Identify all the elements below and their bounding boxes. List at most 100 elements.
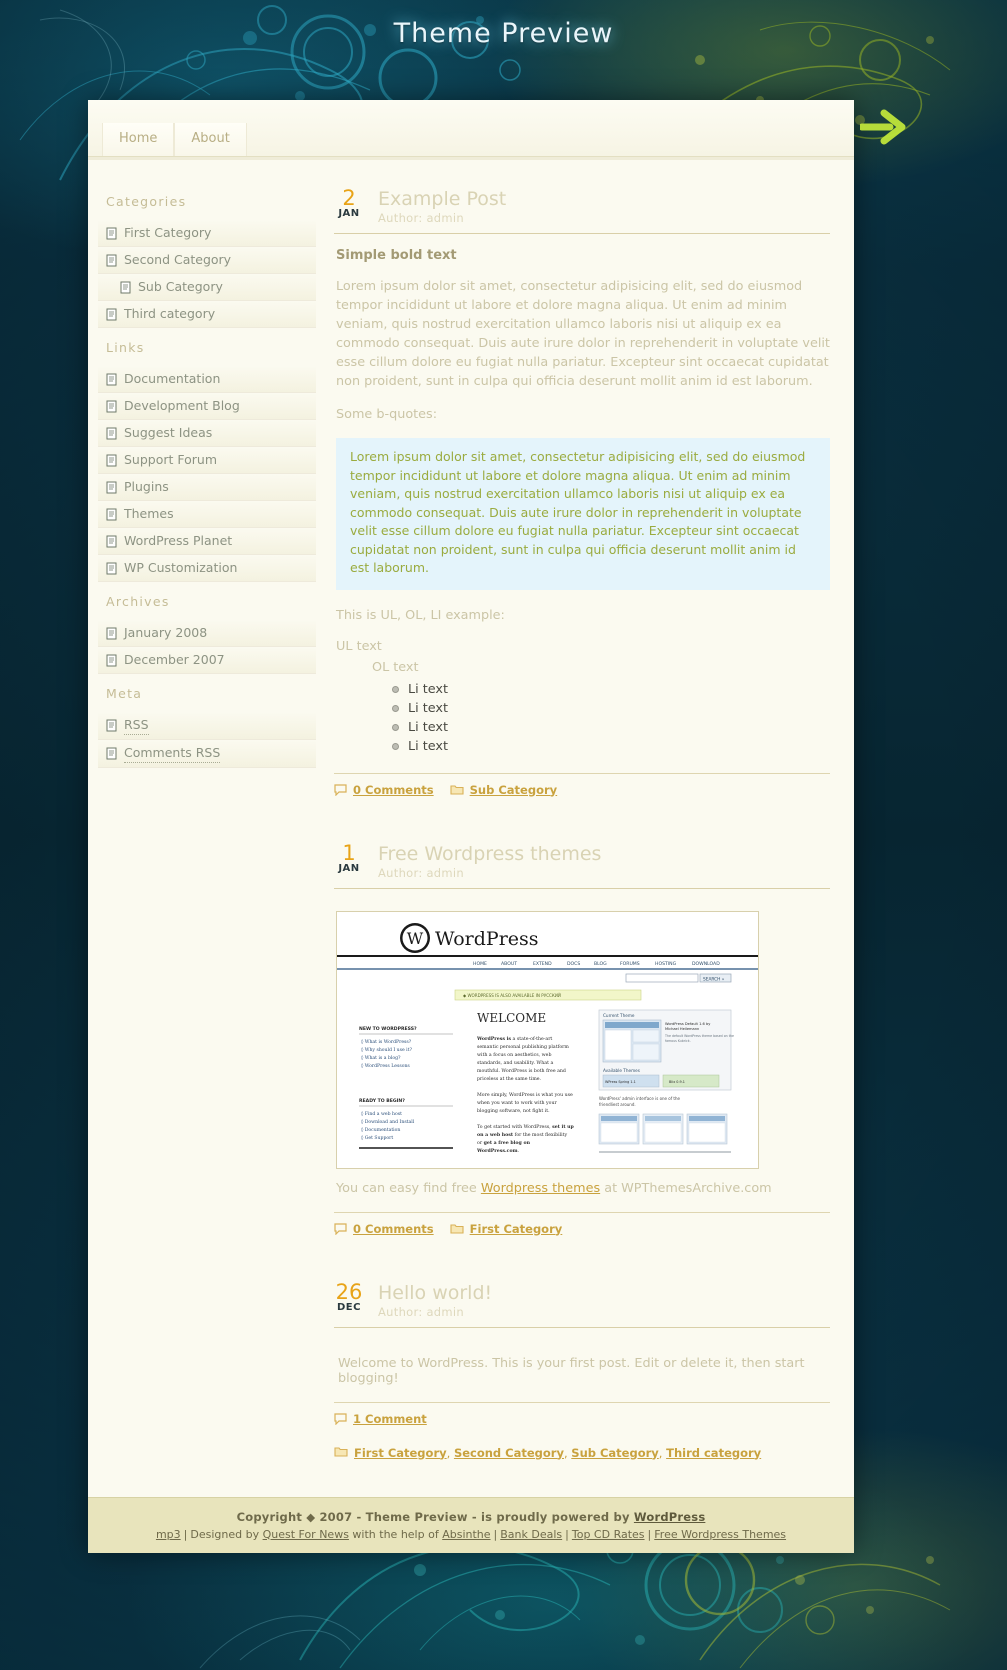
sidebar-item-first-category[interactable]: First Category <box>98 220 316 247</box>
sidebar-link[interactable]: January 2008 <box>124 624 207 642</box>
sidebar-item-development-blog[interactable]: Development Blog <box>98 393 316 420</box>
category-link[interactable]: Sub Category <box>470 783 558 797</box>
sidebar-link[interactable]: Themes <box>124 505 174 523</box>
sidebar-item-rss[interactable]: RSS <box>98 712 316 740</box>
svg-text:friendliest around.: friendliest around. <box>599 1102 636 1107</box>
svg-text:famous Kubrick.: famous Kubrick. <box>665 1039 691 1043</box>
comments-link[interactable]: 1 Comment <box>353 1412 427 1426</box>
category-separator: , <box>658 1445 667 1460</box>
sidebar-link[interactable]: WordPress Planet <box>124 532 232 550</box>
sidebar-item-second-category[interactable]: Second Category <box>98 247 316 274</box>
categories-group[interactable]: Sub Category <box>450 783 558 797</box>
svg-text:WPress Spring 1.1: WPress Spring 1.1 <box>605 1080 636 1084</box>
svg-text:SEARCH »: SEARCH » <box>703 976 725 982</box>
post-footer: 0 Comments First Category <box>334 1211 830 1236</box>
sidebar-link[interactable]: December 2007 <box>124 651 225 669</box>
category-link[interactable]: First Category <box>470 1222 563 1236</box>
category-link[interactable]: Third category <box>666 1446 761 1460</box>
free-wordpress-themes-link[interactable]: Free Wordpress Themes <box>654 1528 786 1541</box>
comment-bubble-icon <box>334 783 347 796</box>
categories-group[interactable]: First Category, Second Category, Sub Cat… <box>334 1442 761 1461</box>
wordpress-link[interactable]: WordPress <box>634 1510 705 1524</box>
sidebar-link[interactable]: WP Customization <box>124 559 237 577</box>
svg-text:EXTEND: EXTEND <box>533 961 552 967</box>
absinthe-link[interactable]: Absinthe <box>442 1528 490 1541</box>
list-item: Li text <box>392 700 830 719</box>
sidebar-link[interactable]: Sub Category <box>138 278 223 296</box>
post-body: W WordPress HOME ABOUT EXTEND DOCS BLOG FOR… <box>334 889 830 1196</box>
main-content: 2 JAN Example Post Author: admin Simple … <box>316 160 854 1497</box>
list-item: Li text <box>392 681 830 700</box>
document-icon <box>106 373 117 385</box>
sidebar-link[interactable]: Comments RSS <box>124 744 221 763</box>
document-icon <box>120 281 131 293</box>
sidebar-item-themes[interactable]: Themes <box>98 501 316 528</box>
sidebar-link[interactable]: Suggest Ideas <box>124 424 212 442</box>
nav-tab-about[interactable]: About <box>174 123 247 156</box>
comments-group[interactable]: 0 Comments <box>334 783 434 797</box>
comments-group[interactable]: 1 Comment <box>334 1412 427 1426</box>
svg-text:Available Themes: Available Themes <box>603 1068 640 1073</box>
sidebar-item-support-forum[interactable]: Support Forum <box>98 447 316 474</box>
sidebar-link[interactable]: Support Forum <box>124 451 217 469</box>
post-free-wordpress-themes: 1 JAN Free Wordpress themes Author: admi… <box>334 831 830 1236</box>
svg-text:W: W <box>407 929 424 948</box>
sidebar-link[interactable]: Plugins <box>124 478 169 496</box>
post-example-post: 2 JAN Example Post Author: admin Simple … <box>334 176 830 797</box>
category-link[interactable]: First Category <box>354 1446 447 1460</box>
document-icon <box>106 508 117 520</box>
comments-group[interactable]: 0 Comments <box>334 1222 434 1236</box>
document-icon <box>106 627 117 639</box>
sidebar-item-sub-category[interactable]: Sub Category <box>98 274 316 301</box>
page-container: Home About Categories First Category Sec… <box>88 100 854 1553</box>
sidebar-item-wp-customization[interactable]: WP Customization <box>98 555 316 582</box>
sidebar-link[interactable]: Documentation <box>124 370 220 388</box>
svg-text:ABOUT: ABOUT <box>501 961 517 967</box>
post-header: 2 JAN Example Post Author: admin <box>334 176 830 229</box>
sidebar-item-wordpress-planet[interactable]: WordPress Planet <box>98 528 316 555</box>
sidebar-item-january-2008[interactable]: January 2008 <box>98 620 316 647</box>
sidebar-link[interactable]: Development Blog <box>124 397 240 415</box>
quest-for-news-link[interactable]: Quest For News <box>263 1528 349 1541</box>
mp3-link[interactable]: mp3 <box>156 1528 181 1541</box>
site-title: Theme Preview <box>393 18 614 49</box>
top-cd-rates-link[interactable]: Top CD Rates <box>572 1528 645 1541</box>
category-link[interactable]: Second Category <box>454 1446 564 1460</box>
comments-link[interactable]: 0 Comments <box>353 783 434 797</box>
document-icon <box>106 747 117 760</box>
nav-tab-home[interactable]: Home <box>102 123 175 156</box>
categories-group[interactable]: First Category <box>450 1222 563 1236</box>
post-title[interactable]: Example Post <box>378 188 830 210</box>
bank-deals-link[interactable]: Bank Deals <box>500 1528 562 1541</box>
post-author: Author: admin <box>378 865 464 880</box>
header-arrow-icon <box>860 109 906 145</box>
comments-link[interactable]: 0 Comments <box>353 1222 434 1236</box>
post-blockquote: Lorem ipsum dolor sit amet, consectetur … <box>336 438 830 590</box>
sidebar-item-documentation[interactable]: Documentation <box>98 366 316 393</box>
sidebar-item-third-category[interactable]: Third category <box>98 301 316 328</box>
copyright-prefix: Copyright <box>236 1509 307 1524</box>
sidebar-link[interactable]: Third category <box>124 305 215 323</box>
sidebar-item-comments-rss[interactable]: Comments RSS <box>98 740 316 768</box>
sidebar-item-suggest-ideas[interactable]: Suggest Ideas <box>98 420 316 447</box>
wordpress-themes-link[interactable]: Wordpress themes <box>481 1181 600 1196</box>
svg-text:The default WordPress theme ba: The default WordPress theme based on the <box>664 1034 734 1038</box>
sidebar-link[interactable]: Second Category <box>124 251 231 269</box>
bullet-icon <box>392 724 399 731</box>
svg-text:◊ What is WordPress?: ◊ What is WordPress? <box>361 1039 412 1045</box>
post-title[interactable]: Hello world! <box>378 1282 830 1304</box>
category-link[interactable]: Sub Category <box>571 1446 659 1460</box>
sidebar-link[interactable]: RSS <box>124 716 149 735</box>
svg-text:Current Theme: Current Theme <box>603 1013 635 1018</box>
svg-text:DOCS: DOCS <box>567 961 580 967</box>
copyright-middle: 2007 - Theme Preview - is proudly powere… <box>315 1509 634 1524</box>
sidebar-item-december-2007[interactable]: December 2007 <box>98 647 316 674</box>
sidebar-item-plugins[interactable]: Plugins <box>98 474 316 501</box>
sidebar-link[interactable]: First Category <box>124 224 211 242</box>
svg-text:◊ Get Support: ◊ Get Support <box>361 1135 393 1141</box>
post-footer: 1 Comment First Category, Second Categor… <box>334 1401 830 1461</box>
comment-bubble-icon <box>334 1222 347 1235</box>
post-title[interactable]: Free Wordpress themes <box>378 843 830 865</box>
svg-text:or get a free blog on: or get a free blog on <box>477 1140 531 1146</box>
svg-text:◊ WordPress Lessons: ◊ WordPress Lessons <box>361 1063 410 1069</box>
